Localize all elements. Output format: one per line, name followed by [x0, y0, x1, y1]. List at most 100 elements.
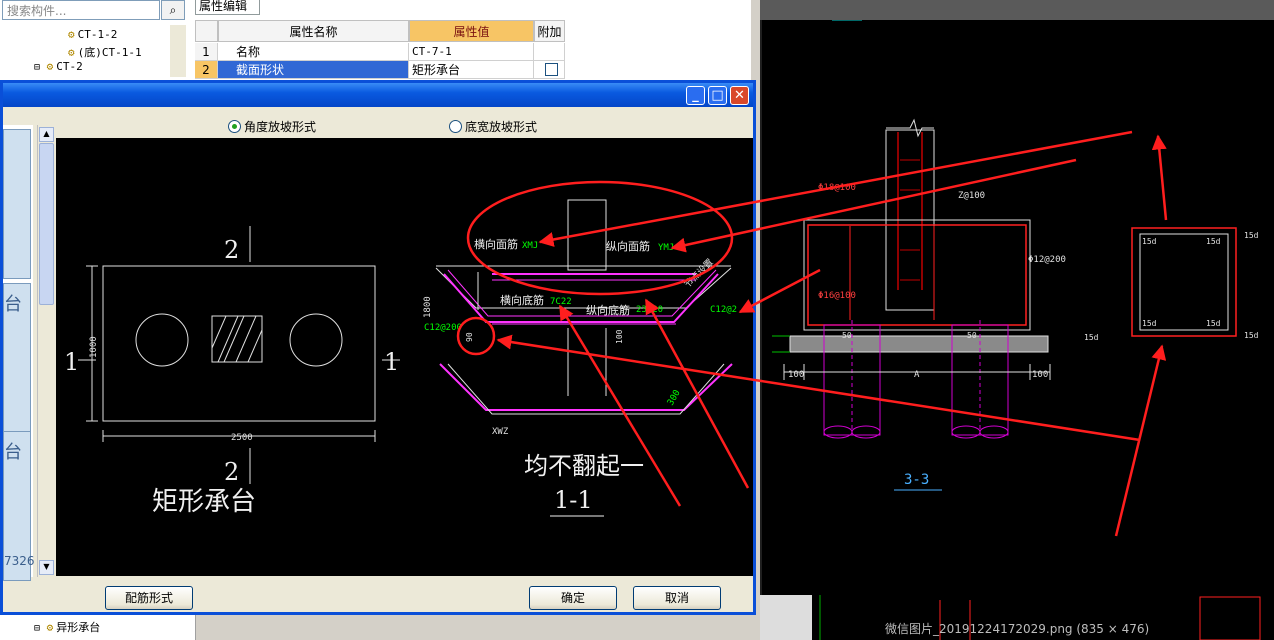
row-number: 1: [195, 43, 218, 61]
tree-item-label: CT-1-2: [77, 28, 118, 41]
thumbnail-label: 台: [4, 442, 22, 463]
annotation: Φ18@100: [818, 183, 856, 193]
maximize-icon[interactable]: □: [708, 86, 727, 105]
rebar-label-zong-top: 纵向面筋: [606, 239, 650, 253]
box-label: 15d: [1142, 319, 1157, 328]
column-header-extra: 附加: [534, 20, 565, 42]
dim-left: 100: [788, 370, 804, 380]
tree-scrollbar[interactable]: [170, 25, 186, 77]
section-mark-1-right: 1: [384, 348, 399, 376]
tree-item[interactable]: ⊟ ⚙ 异形承台: [34, 619, 100, 635]
property-table-header: 属性名称 属性值 附加: [195, 20, 565, 42]
highlight-circle: [456, 316, 496, 356]
tab-property-edit[interactable]: 属性编辑: [195, 0, 260, 15]
rebar-label-zong-bottom: 纵向底筋: [586, 303, 630, 317]
drawing-canvas[interactable]: 2 2 1 1 2500 1000 矩形承台 横向面筋 XMJ 纵向面筋 YMJ…: [56, 138, 753, 576]
cancel-button[interactable]: 取消: [633, 586, 721, 610]
section-mark-2-bottom: 2: [224, 458, 239, 486]
rebar-label-heng-top: 横向面筋: [474, 237, 518, 251]
component-icon: ⚙: [46, 60, 54, 73]
tree-item[interactable]: ⚙ CT-1-2: [68, 28, 117, 41]
annotation: Z@100: [958, 191, 985, 201]
component-icon: ⚙: [68, 46, 75, 59]
tree-item-label: CT-2: [56, 60, 83, 73]
rebar-value-heng-top: XMJ: [522, 241, 538, 251]
rebar-label-heng-bottom: 横向底筋: [500, 293, 544, 307]
radio-angle-slope[interactable]: 角度放坡形式: [228, 118, 316, 135]
property-value[interactable]: CT-7-1: [409, 43, 534, 61]
property-value[interactable]: 矩形承台: [409, 61, 534, 79]
radio-selected-icon: [228, 120, 241, 133]
thumbnail-label: 台: [4, 294, 22, 315]
overlay-note: 均不翻起一: [524, 452, 644, 480]
search-icon[interactable]: ⌕: [161, 0, 185, 20]
stirrup-right: C12@2: [710, 305, 737, 315]
dim-height: 1000: [89, 336, 99, 358]
tree-item-label: 异形承台: [56, 621, 101, 634]
thumbnail-item[interactable]: 台 7326: [3, 431, 35, 581]
scroll-up-icon[interactable]: ▲: [39, 127, 54, 142]
row-number: 2: [195, 61, 218, 79]
thumbnail-number: 7326: [4, 554, 35, 568]
radio-unselected-icon: [449, 120, 462, 133]
thumbnail-item[interactable]: [3, 129, 31, 279]
dim-100: 100: [615, 329, 624, 344]
stirrup-left: C12@200: [424, 323, 462, 333]
xwz-label: XWZ: [492, 427, 509, 437]
tree-item[interactable]: ⚙ (底)CT-1-1: [68, 44, 142, 60]
dim-90: 90: [465, 332, 474, 342]
dim-width: 2500: [231, 433, 253, 443]
property-name: 名称: [218, 43, 409, 61]
property-name: 截面形状: [218, 61, 409, 79]
box-label: 15d: [1206, 237, 1221, 246]
annotation: 50: [842, 331, 852, 340]
thumbnail-scrollbar[interactable]: ▲ ▼: [37, 125, 54, 577]
side-label: 15d: [1244, 231, 1259, 240]
collapse-icon[interactable]: ⊟: [34, 623, 40, 634]
viewer-image: 100 A 100 Z@100 Φ12@200 Φ18@100 Φ16@100 …: [762, 20, 1274, 595]
thumbnail-item[interactable]: 台: [3, 283, 31, 433]
radio-width-slope[interactable]: 底宽放坡形式: [449, 118, 537, 135]
ok-button[interactable]: 确定: [529, 586, 617, 610]
property-extra[interactable]: [534, 43, 565, 61]
rebar-dialog: _ □ ✕ 角度放坡形式 底宽放坡形式 台 台 7326 ▲ ▼ 2 2 1 1…: [0, 80, 756, 615]
section-mark-1-left: 1: [64, 348, 79, 376]
collapse-icon[interactable]: ⊟: [34, 62, 40, 73]
cad-drawing-3-3: 100 A 100 Z@100 Φ12@200 Φ18@100 Φ16@100 …: [772, 20, 1259, 491]
search-input[interactable]: 搜索构件...: [2, 0, 160, 20]
component-icon: ⚙: [46, 621, 54, 634]
dim-right: 100: [1032, 370, 1048, 380]
thumbnail-list: 台 台 7326: [3, 125, 35, 581]
side-label: 15d: [1244, 331, 1259, 340]
pile-cap-drawing: 2 2 1 1 2500 1000 矩形承台 横向面筋 XMJ 纵向面筋 YMJ…: [64, 180, 737, 517]
close-icon[interactable]: ✕: [730, 86, 749, 105]
section-label: 3-3: [904, 472, 929, 488]
component-icon: ⚙: [68, 28, 75, 41]
column-header-name: 属性名称: [218, 20, 409, 42]
annotation: Φ12@200: [1028, 255, 1066, 265]
radio-label: 角度放坡形式: [244, 120, 317, 134]
dialog-titlebar[interactable]: _ □ ✕: [3, 83, 753, 107]
rebar-form-button[interactable]: 配筋形式: [105, 586, 193, 610]
annotation: Φ16@100: [818, 291, 856, 301]
rebar-value-zong-top: YMJ: [658, 243, 674, 253]
image-caption: 微信图片_20191224172029.png (835 × 476): [885, 622, 1150, 636]
column-header-value: 属性值: [409, 20, 534, 42]
rebar-value-heng-bottom: 7C22: [550, 297, 572, 307]
annotation: 50: [967, 331, 977, 340]
row-number-header: [195, 20, 218, 42]
radio-label: 底宽放坡形式: [465, 120, 538, 134]
box-label: 15d: [1142, 237, 1157, 246]
rebar-value-zong-bottom: 23C20: [636, 305, 663, 315]
scroll-thumb[interactable]: [39, 143, 54, 305]
viewer-top-strip: [760, 0, 1274, 20]
tree-item[interactable]: ⊟ ⚙ CT-2: [34, 60, 83, 73]
scroll-down-icon[interactable]: ▼: [39, 560, 54, 575]
side-label: 15d: [1084, 333, 1099, 342]
tree-item-label: (底)CT-1-1: [77, 46, 142, 59]
minimize-icon[interactable]: _: [686, 86, 705, 105]
dim-mid: A: [914, 370, 920, 380]
section-title: 1-1: [554, 486, 593, 514]
property-extra[interactable]: [534, 61, 565, 79]
extra-checkbox[interactable]: [545, 63, 558, 76]
